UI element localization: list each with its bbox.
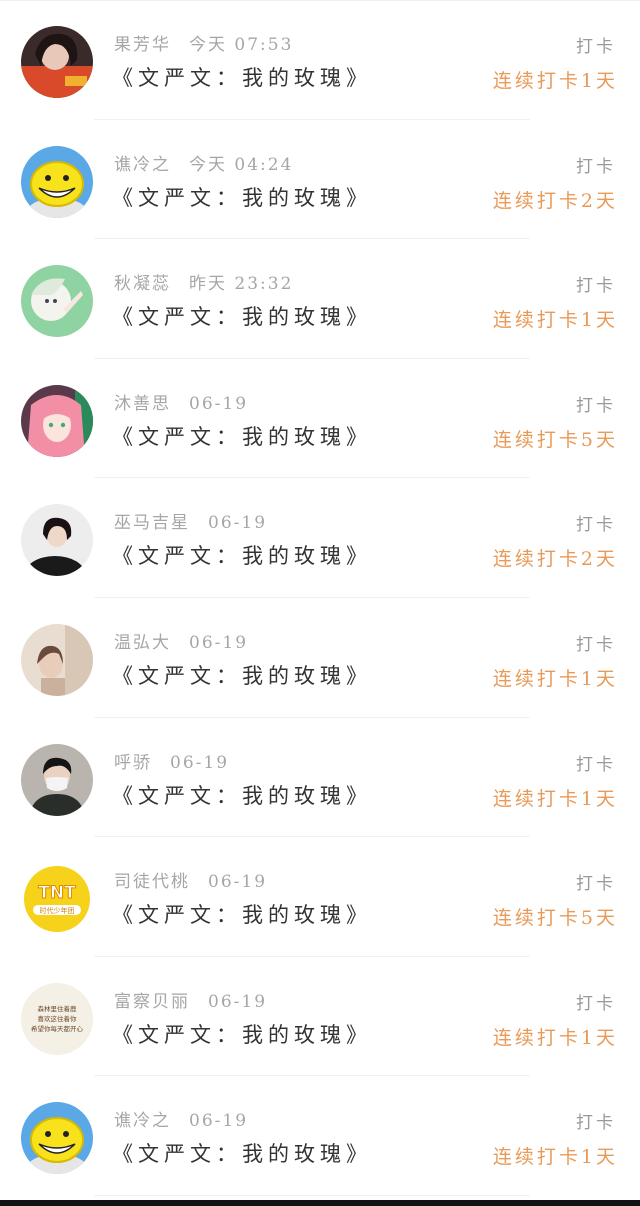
user-name[interactable]: 呼骄 (114, 753, 152, 773)
checkin-label: 打卡 (576, 874, 616, 895)
checkin-label: 打卡 (576, 276, 616, 297)
book-title[interactable]: 《文严文：我的玫瑰》 (112, 421, 372, 451)
user-name[interactable]: 谯冷之 (114, 155, 171, 175)
checkin-item[interactable]: 秋凝蕊 昨天 23:32 《文严文：我的玫瑰》 打卡 连续打卡1天 (0, 239, 640, 359)
user-meta: 果芳华 今天 07:53 (114, 30, 293, 55)
post-time: 今天 07:53 (189, 35, 294, 55)
book-title[interactable]: 《文严文：我的玫瑰》 (112, 1019, 372, 1049)
checkin-label: 打卡 (576, 1113, 616, 1134)
book-title[interactable]: 《文严文：我的玫瑰》 (112, 301, 372, 331)
user-meta: 巫马吉星 06-19 (114, 508, 267, 533)
user-meta: 温弘大 06-19 (114, 628, 248, 653)
checkin-label: 打卡 (576, 395, 616, 416)
checkin-item[interactable]: 沐善思 06-19 《文严文：我的玫瑰》 打卡 连续打卡5天 (0, 359, 640, 479)
user-name[interactable]: 巫马吉星 (114, 513, 190, 533)
avatar[interactable] (21, 504, 93, 577)
post-time: 06-19 (208, 872, 268, 893)
avatar[interactable] (21, 743, 93, 816)
user-meta: 谯冷之 今天 04:24 (114, 150, 293, 175)
streak-label: 连续打卡2天 (492, 189, 618, 212)
avatar[interactable] (21, 26, 93, 98)
checkin-item[interactable]: 巫马吉星 06-19 《文严文：我的玫瑰》 打卡 连续打卡2天 (0, 478, 640, 598)
streak-label: 连续打卡1天 (492, 309, 618, 332)
avatar[interactable]: 森林里住着鹿 喜欢这住着你 希望你每天都开心 (21, 982, 93, 1055)
user-meta: 富察贝丽 06-19 (114, 987, 267, 1012)
checkin-item[interactable]: 谯冷之 今天 04:24 《文严文：我的玫瑰》 打卡 连续打卡2天 (0, 120, 640, 240)
post-time: 06-19 (208, 991, 268, 1012)
svg-text:森林里住着鹿: 森林里住着鹿 (38, 1004, 78, 1013)
checkin-list: 果芳华 今天 07:53 《文严文：我的玫瑰》 打卡 连续打卡1天 谯冷之 今天 0… (0, 0, 640, 1196)
streak-label: 连续打卡1天 (492, 1146, 618, 1169)
user-name[interactable]: 秋凝蕊 (114, 274, 171, 294)
checkin-item[interactable]: 果芳华 今天 07:53 《文严文：我的玫瑰》 打卡 连续打卡1天 (0, 0, 640, 120)
post-time: 昨天 23:32 (189, 274, 294, 295)
book-title[interactable]: 《文严文：我的玫瑰》 (112, 780, 372, 810)
user-meta: 谯冷之 06-19 (114, 1106, 248, 1131)
checkin-item[interactable]: 温弘大 06-19 《文严文：我的玫瑰》 打卡 连续打卡1天 (0, 598, 640, 718)
book-title[interactable]: 《文严文：我的玫瑰》 (112, 182, 372, 212)
checkin-item[interactable]: TNT 时代少年团 司徒代桃 06-19 《文严文：我的玫瑰》 打卡 连续打卡5天 (0, 837, 640, 957)
book-title[interactable]: 《文严文：我的玫瑰》 (112, 899, 372, 929)
user-name[interactable]: 果芳华 (114, 35, 171, 55)
checkin-label: 打卡 (576, 993, 616, 1014)
avatar[interactable] (21, 265, 93, 338)
user-meta: 秋凝蕊 昨天 23:32 (114, 269, 293, 294)
post-time: 06-19 (170, 752, 230, 773)
streak-label: 连续打卡1天 (492, 667, 618, 690)
checkin-item[interactable]: 谯冷之 06-19 《文严文：我的玫瑰》 打卡 连续打卡1天 (0, 1076, 640, 1196)
streak-label: 连续打卡5天 (492, 428, 618, 451)
post-time: 06-19 (189, 632, 249, 653)
avatar[interactable] (21, 1102, 93, 1175)
checkin-label: 打卡 (576, 156, 616, 177)
post-time: 06-19 (208, 513, 268, 534)
streak-label: 连续打卡1天 (492, 1026, 618, 1049)
checkin-label: 打卡 (576, 634, 616, 655)
checkin-label: 打卡 (576, 515, 616, 536)
book-title[interactable]: 《文严文：我的玫瑰》 (112, 1138, 372, 1168)
book-title[interactable]: 《文严文：我的玫瑰》 (112, 540, 372, 570)
checkin-label: 打卡 (576, 754, 616, 775)
checkin-item[interactable]: 森林里住着鹿 喜欢这住着你 希望你每天都开心 富察贝丽 06-19 《文严文：我的玫瑰… (0, 957, 640, 1077)
user-meta: 司徒代桃 06-19 (114, 867, 267, 892)
svg-text:时代少年团: 时代少年团 (40, 906, 75, 915)
checkin-item[interactable]: 呼骄 06-19 《文严文：我的玫瑰》 打卡 连续打卡1天 (0, 718, 640, 838)
post-time: 今天 04:24 (189, 154, 294, 175)
user-meta: 沐善思 06-19 (114, 389, 248, 414)
user-meta: 呼骄 06-19 (114, 748, 229, 773)
book-title[interactable]: 《文严文：我的玫瑰》 (112, 62, 372, 92)
streak-label: 连续打卡1天 (492, 70, 618, 92)
user-name[interactable]: 谯冷之 (114, 1111, 171, 1131)
avatar[interactable]: TNT 时代少年团 (21, 863, 93, 936)
book-title[interactable]: 《文严文：我的玫瑰》 (112, 660, 372, 690)
svg-text:喜欢这住着你: 喜欢这住着你 (38, 1014, 78, 1023)
user-name[interactable]: 温弘大 (114, 633, 171, 653)
streak-label: 连续打卡1天 (492, 787, 618, 810)
user-name[interactable]: 沐善思 (114, 394, 171, 414)
row-divider (94, 1194, 530, 1196)
user-name[interactable]: 富察贝丽 (114, 992, 190, 1012)
svg-text:希望你每天都开心: 希望你每天都开心 (31, 1024, 84, 1033)
post-time: 06-19 (189, 1111, 249, 1132)
avatar[interactable] (21, 623, 93, 696)
svg-text:TNT: TNT (38, 883, 76, 903)
user-name[interactable]: 司徒代桃 (114, 872, 190, 892)
bottom-edge (0, 1200, 640, 1206)
checkin-label: 打卡 (576, 37, 616, 57)
streak-label: 连续打卡2天 (492, 548, 618, 571)
post-time: 06-19 (189, 393, 249, 414)
streak-label: 连续打卡5天 (492, 907, 618, 930)
avatar[interactable] (21, 145, 93, 218)
avatar[interactable] (21, 384, 93, 457)
